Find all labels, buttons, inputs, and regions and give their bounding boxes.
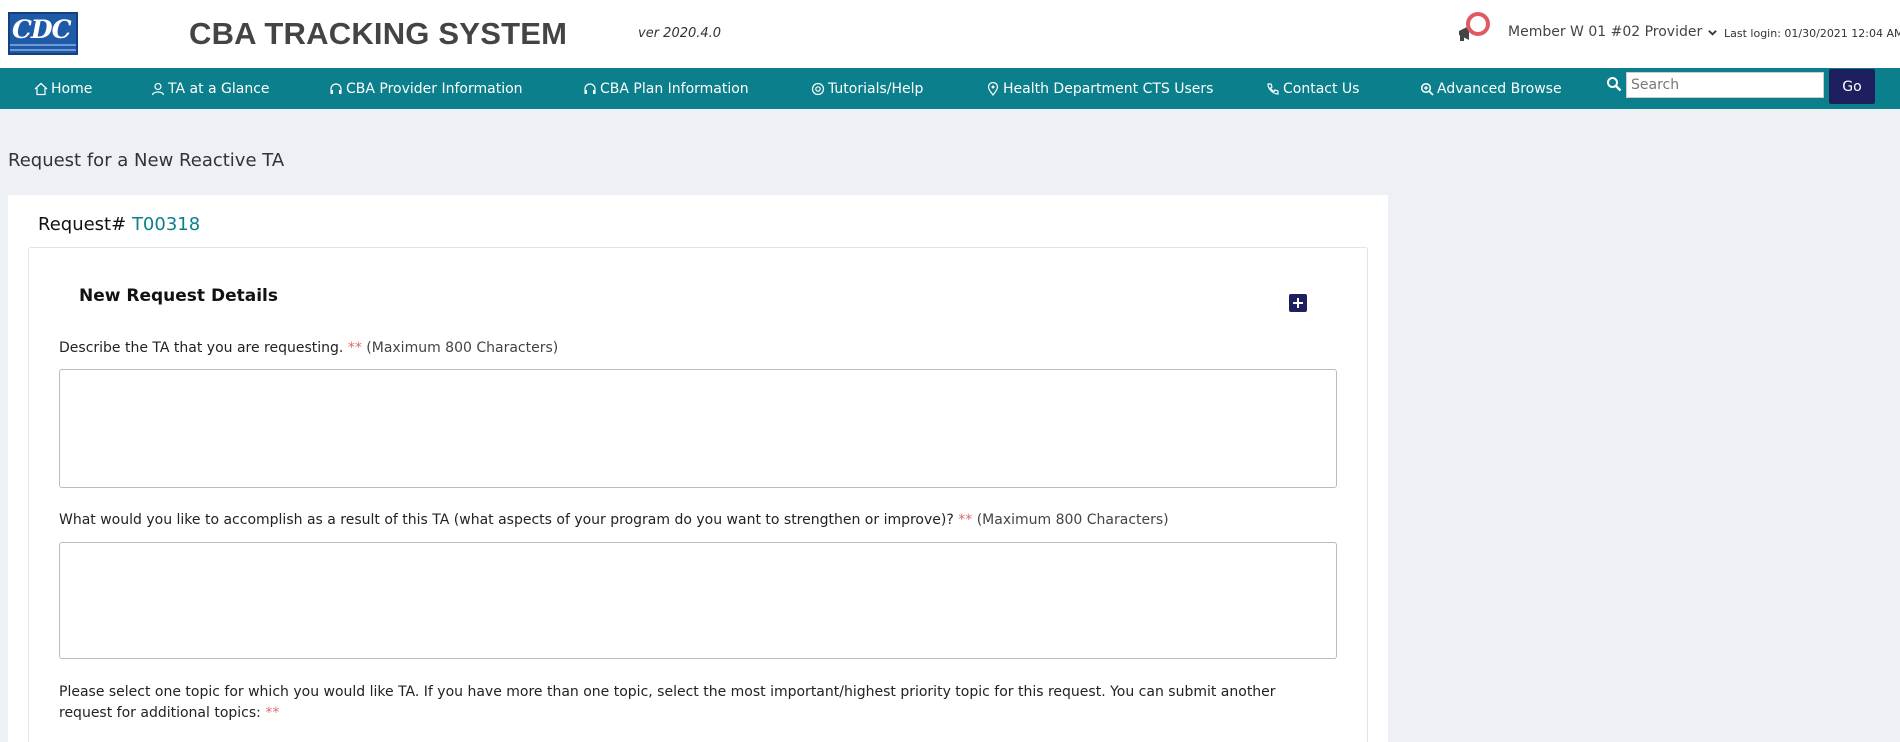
- section-title: New Request Details: [79, 286, 278, 306]
- q3-label-text: Please select one topic for which you wo…: [59, 684, 1276, 721]
- user-menu-dropdown[interactable]: Member W 01 #02 Provider: [1508, 24, 1717, 40]
- nav-home[interactable]: Home: [34, 68, 92, 109]
- nav-ta-at-a-glance[interactable]: TA at a Glance: [151, 68, 270, 109]
- request-id: T00318: [131, 214, 201, 235]
- search-icon: [1607, 77, 1622, 92]
- go-button[interactable]: Go: [1829, 69, 1875, 104]
- q1-limit-text: (Maximum 800 Characters): [366, 340, 559, 356]
- q3-label: Please select one topic for which you wo…: [59, 682, 1329, 724]
- map-pin-icon: [987, 81, 999, 96]
- headset-icon: [330, 82, 342, 94]
- nav-contact-us-label: Contact Us: [1283, 80, 1360, 97]
- cdc-logo[interactable]: CDC: [8, 12, 78, 55]
- notifications-button[interactable]: [1456, 12, 1492, 44]
- new-request-details-panel: New Request Details Describe the TA that…: [28, 247, 1368, 742]
- cdc-logo-text: CDC: [12, 15, 71, 44]
- q1-label-text: Describe the TA that you are requesting.: [59, 340, 344, 356]
- headset-icon: [584, 82, 596, 94]
- nav-cba-plan-information-label: CBA Plan Information: [600, 80, 749, 97]
- q2-limit-text: (Maximum 800 Characters): [976, 512, 1169, 528]
- nav-cba-provider-information-label: CBA Provider Information: [346, 80, 523, 97]
- phone-icon: [1267, 82, 1279, 95]
- nav-tutorials-help-label: Tutorials/Help: [828, 80, 924, 97]
- nav-cba-provider-information[interactable]: CBA Provider Information: [329, 68, 523, 109]
- app-title: CBA TRACKING SYSTEM: [189, 16, 568, 51]
- nav-cba-plan-information[interactable]: CBA Plan Information: [583, 68, 749, 109]
- nav-advanced-browse-label: Advanced Browse: [1437, 80, 1562, 97]
- page-title: Request for a New Reactive TA: [8, 150, 285, 171]
- nav-home-label: Home: [51, 80, 93, 97]
- q2-label-text: What would you like to accomplish as a r…: [59, 512, 954, 528]
- q3-required-marker: **: [265, 705, 280, 721]
- top-header: CDC CBA TRACKING SYSTEM ver 2020.4.0 Mem…: [0, 0, 1900, 68]
- home-icon: [34, 82, 48, 95]
- last-login-text: Last login: 01/30/2021 12:04 AM: [1724, 27, 1900, 40]
- nav-advanced-browse[interactable]: Advanced Browse: [1420, 68, 1562, 109]
- notification-badge-icon: [1466, 12, 1490, 36]
- expand-plus-icon[interactable]: [1289, 294, 1307, 312]
- zoom-icon: [1420, 82, 1434, 96]
- q1-required-marker: **: [347, 340, 362, 356]
- lifebuoy-icon: [811, 82, 825, 95]
- ta-goals-textarea[interactable]: [59, 542, 1337, 659]
- chevron-down-icon: [1708, 29, 1717, 36]
- request-number-label: Request#: [38, 214, 127, 235]
- request-card: Request# T00318 New Request Details Desc…: [8, 195, 1388, 742]
- nav-contact-us[interactable]: Contact Us: [1266, 68, 1359, 109]
- search-input[interactable]: [1626, 72, 1824, 98]
- user-icon: [151, 82, 165, 95]
- version-label: ver 2020.4.0: [638, 26, 722, 41]
- nav-ta-at-a-glance-label: TA at a Glance: [168, 80, 270, 97]
- q1-label: Describe the TA that you are requesting.…: [59, 338, 558, 359]
- nav-health-department-cts-users[interactable]: Health Department CTS Users: [986, 68, 1213, 109]
- request-number: Request# T00318: [38, 214, 200, 235]
- ta-description-textarea[interactable]: [59, 369, 1337, 488]
- nav-health-department-cts-users-label: Health Department CTS Users: [1003, 80, 1214, 97]
- nav-tutorials-help[interactable]: Tutorials/Help: [811, 68, 923, 109]
- user-menu-label: Member W 01 #02 Provider: [1508, 24, 1703, 40]
- q2-required-marker: **: [958, 512, 973, 528]
- q2-label: What would you like to accomplish as a r…: [59, 510, 1169, 531]
